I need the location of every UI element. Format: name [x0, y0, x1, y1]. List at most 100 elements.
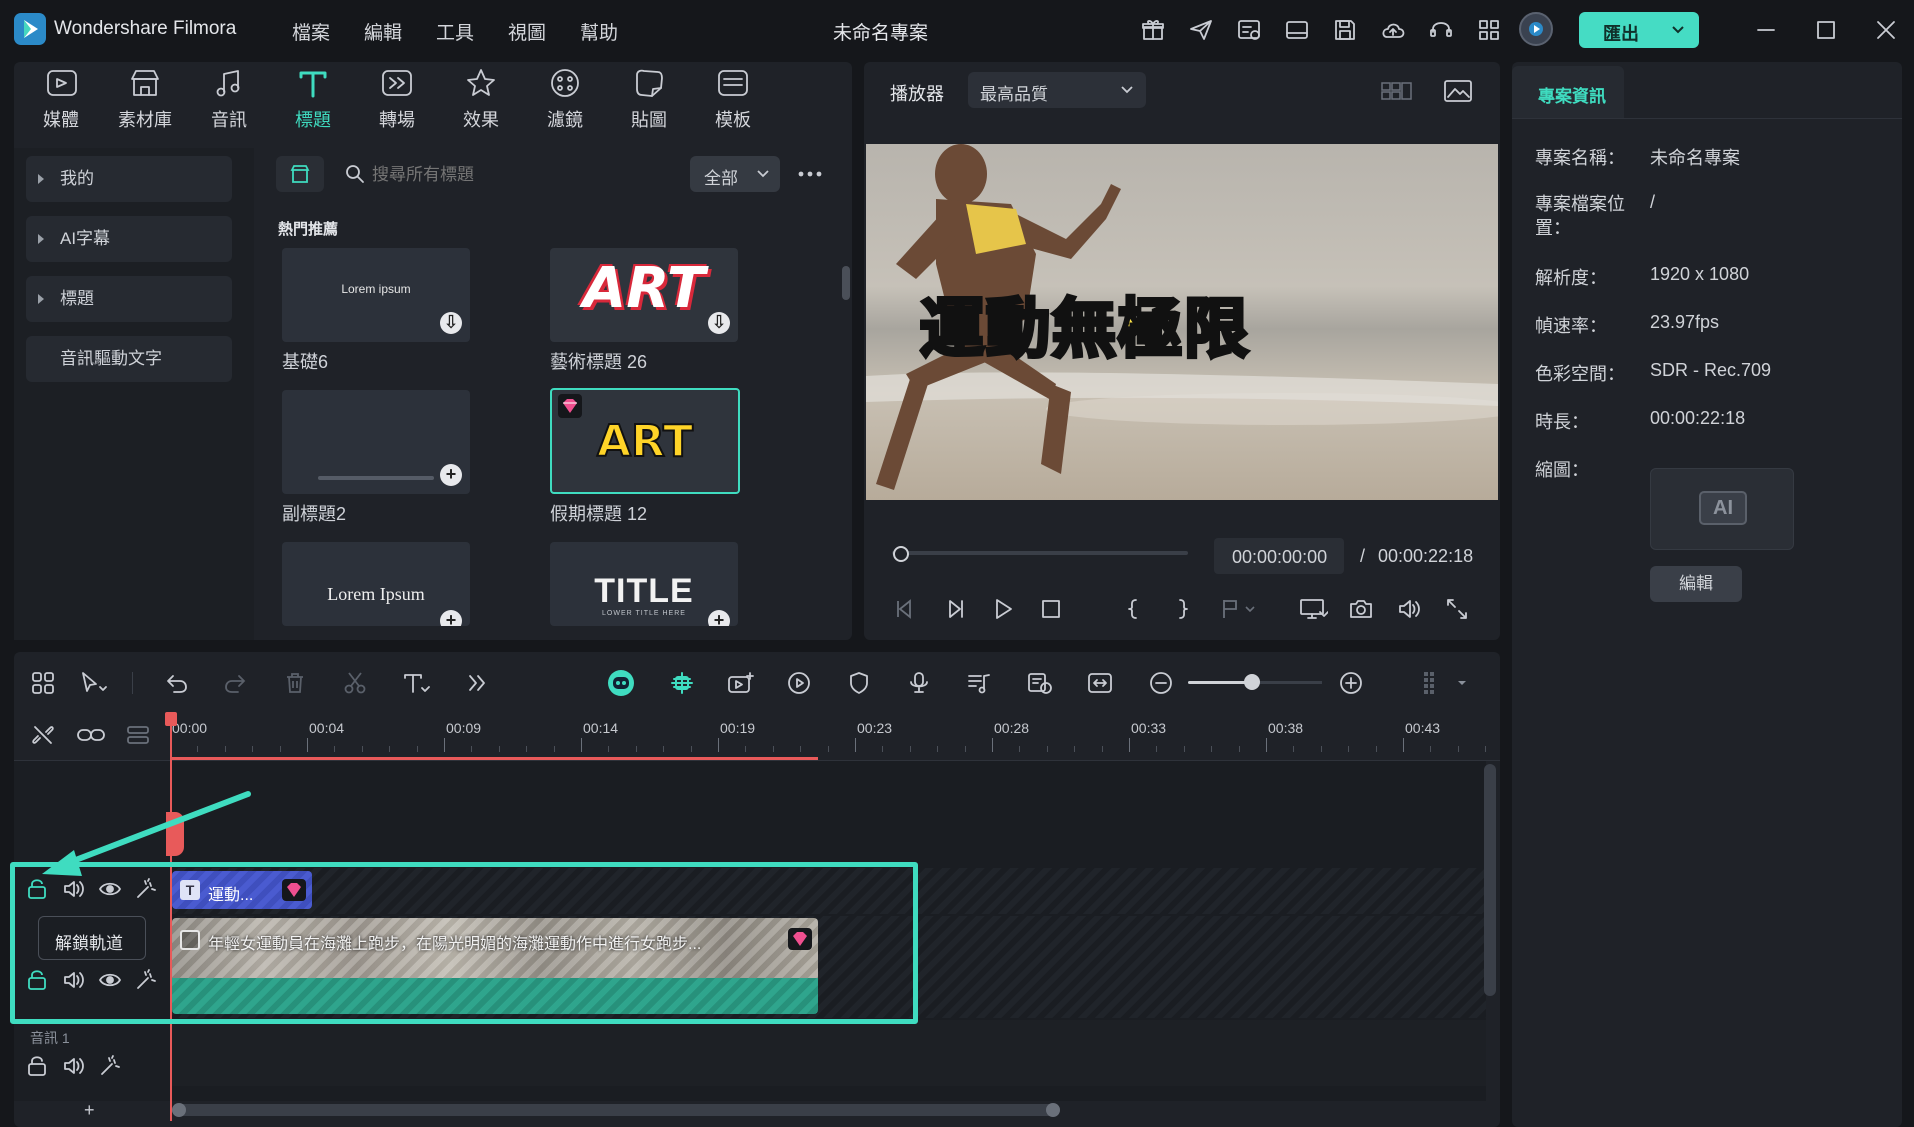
minimize-icon[interactable]	[1754, 18, 1778, 42]
timeline-vertical-scrollbar[interactable]	[1484, 764, 1496, 996]
scroll-handle-left[interactable]	[172, 1103, 186, 1117]
cloud-upload-icon[interactable]	[1380, 17, 1406, 43]
render-preview-icon[interactable]	[1026, 670, 1054, 696]
cut-scissors-icon[interactable]	[342, 670, 368, 696]
unlink-icon[interactable]	[30, 722, 56, 748]
title-card-lorem[interactable]: Lorem Ipsum +	[282, 542, 470, 626]
scroll-handle-right[interactable]	[1046, 1103, 1060, 1117]
snapshot-image-icon[interactable]	[1443, 78, 1473, 104]
download-icon[interactable]: ⇩	[440, 312, 462, 334]
audio-track-lock-icon[interactable]	[26, 1054, 48, 1078]
gift-icon[interactable]	[1140, 17, 1166, 43]
video-overlay-title[interactable]: 運動無極限	[918, 278, 1250, 370]
text-tool-icon[interactable]	[402, 670, 432, 696]
toolbar-audio[interactable]: 音訊	[194, 66, 264, 136]
sidebar-item-ai-subtitles[interactable]: AI字幕	[26, 216, 232, 262]
mark-out-icon[interactable]	[1170, 596, 1196, 622]
redo-icon[interactable]	[222, 670, 248, 696]
maximize-icon[interactable]	[1814, 18, 1838, 42]
menu-help[interactable]: 幫助	[580, 18, 618, 45]
toolbar-templates[interactable]: 模板	[698, 66, 768, 136]
project-thumbnail[interactable]: AI	[1650, 468, 1794, 550]
menu-file[interactable]: 檔案	[292, 18, 330, 45]
next-frame-icon[interactable]	[942, 596, 968, 622]
save-icon[interactable]	[1332, 17, 1358, 43]
timeline-horizontal-scrollbar[interactable]	[172, 1103, 1060, 1117]
grid-view-icon[interactable]	[1380, 78, 1414, 104]
add-icon[interactable]: +	[440, 464, 462, 486]
title-card-art26[interactable]: ART ⇩	[550, 248, 738, 342]
menu-view[interactable]: 視圖	[508, 18, 546, 45]
auto-reframe-icon[interactable]	[726, 670, 756, 696]
undo-icon[interactable]	[164, 670, 190, 696]
display-render-icon[interactable]	[1298, 596, 1328, 622]
search-input[interactable]	[372, 158, 672, 192]
more-options-icon[interactable]	[796, 162, 824, 186]
download-icon[interactable]: ⇩	[708, 312, 730, 334]
send-icon[interactable]	[1188, 17, 1214, 43]
quality-dropdown[interactable]: 最高品質	[968, 72, 1146, 108]
delete-icon[interactable]	[282, 670, 308, 696]
sidebar-item-mine[interactable]: 我的	[26, 156, 232, 202]
title-card-subtitle2[interactable]: +	[282, 390, 470, 494]
prev-frame-icon[interactable]	[892, 596, 918, 622]
stop-icon[interactable]	[1038, 596, 1064, 622]
zoom-out-icon[interactable]	[1148, 670, 1174, 696]
audio-track-audio-icon[interactable]	[62, 1054, 86, 1078]
playback-scrubber[interactable]	[892, 551, 1188, 555]
zoom-in-icon[interactable]	[1338, 670, 1364, 696]
store-icon-button[interactable]	[276, 156, 324, 192]
title-card-holiday12[interactable]: ART	[550, 388, 740, 494]
project-info-tab[interactable]: 專案資訊	[1512, 66, 1624, 118]
toolbar-effects[interactable]: 效果	[446, 66, 516, 136]
video-preview[interactable]: 運動無極限	[866, 144, 1498, 500]
toolbar-media[interactable]: 媒體	[26, 66, 96, 136]
magnetic-snap-icon[interactable]	[668, 670, 696, 696]
library-scrollbar[interactable]	[842, 266, 850, 300]
toolbar-stickers[interactable]: 貼圖	[614, 66, 684, 136]
close-icon[interactable]	[1874, 18, 1898, 42]
volume-icon[interactable]	[1396, 596, 1422, 622]
track-manager-icon[interactable]	[124, 722, 152, 748]
sidebar-item-audio-text[interactable]: 音訊驅動文字	[26, 336, 232, 382]
add-track-button[interactable]: +	[84, 1100, 95, 1121]
toolbar-filters[interactable]: 濾鏡	[530, 66, 600, 136]
mark-in-icon[interactable]	[1120, 596, 1146, 622]
player-tab[interactable]: 播放器	[890, 80, 944, 106]
menu-edit[interactable]: 編輯	[364, 18, 402, 45]
insert-marker-icon[interactable]	[1218, 596, 1258, 622]
track-layout-icon[interactable]	[1420, 670, 1470, 696]
zoom-slider-handle[interactable]	[1244, 674, 1260, 690]
ai-robot-icon[interactable]	[606, 668, 636, 698]
user-avatar[interactable]	[1519, 12, 1553, 46]
fullscreen-icon[interactable]	[1444, 596, 1470, 622]
support-headset-icon[interactable]	[1428, 17, 1454, 43]
toolbar-stock[interactable]: 素材庫	[110, 66, 180, 136]
select-pointer-icon[interactable]	[78, 670, 108, 696]
scrubber-handle[interactable]	[893, 546, 909, 562]
add-icon[interactable]: +	[708, 610, 730, 626]
toolbar-transitions[interactable]: 轉場	[362, 66, 432, 136]
more-tools-icon[interactable]	[464, 670, 490, 696]
speed-ramp-icon[interactable]	[786, 670, 812, 696]
title-card-basic6[interactable]: Lorem ipsum ⇩	[282, 248, 470, 342]
task-icon[interactable]	[1236, 17, 1262, 43]
layout-grid-icon[interactable]	[30, 670, 56, 696]
edit-thumbnail-button[interactable]: 編輯	[1650, 566, 1742, 602]
sidebar-item-titles[interactable]: 標題	[26, 276, 232, 322]
export-button[interactable]: 匯出	[1579, 12, 1699, 48]
title-card-title[interactable]: TITLE LOWER TITLE HERE +	[550, 542, 738, 626]
microphone-icon[interactable]	[906, 670, 932, 696]
play-icon[interactable]	[990, 596, 1016, 622]
toolbar-titles[interactable]: 標題	[278, 66, 348, 136]
camera-snapshot-icon[interactable]	[1348, 596, 1374, 622]
apps-grid-icon[interactable]	[1476, 17, 1502, 43]
menu-tools[interactable]: 工具	[436, 18, 474, 45]
layout-icon[interactable]	[1284, 17, 1310, 43]
link-icon[interactable]	[76, 722, 106, 748]
audio-mix-icon[interactable]	[966, 670, 992, 696]
mask-shield-icon[interactable]	[846, 670, 872, 696]
filter-dropdown[interactable]: 全部	[690, 156, 780, 192]
fit-timeline-icon[interactable]	[1086, 670, 1114, 696]
playhead-handle[interactable]	[165, 712, 177, 726]
